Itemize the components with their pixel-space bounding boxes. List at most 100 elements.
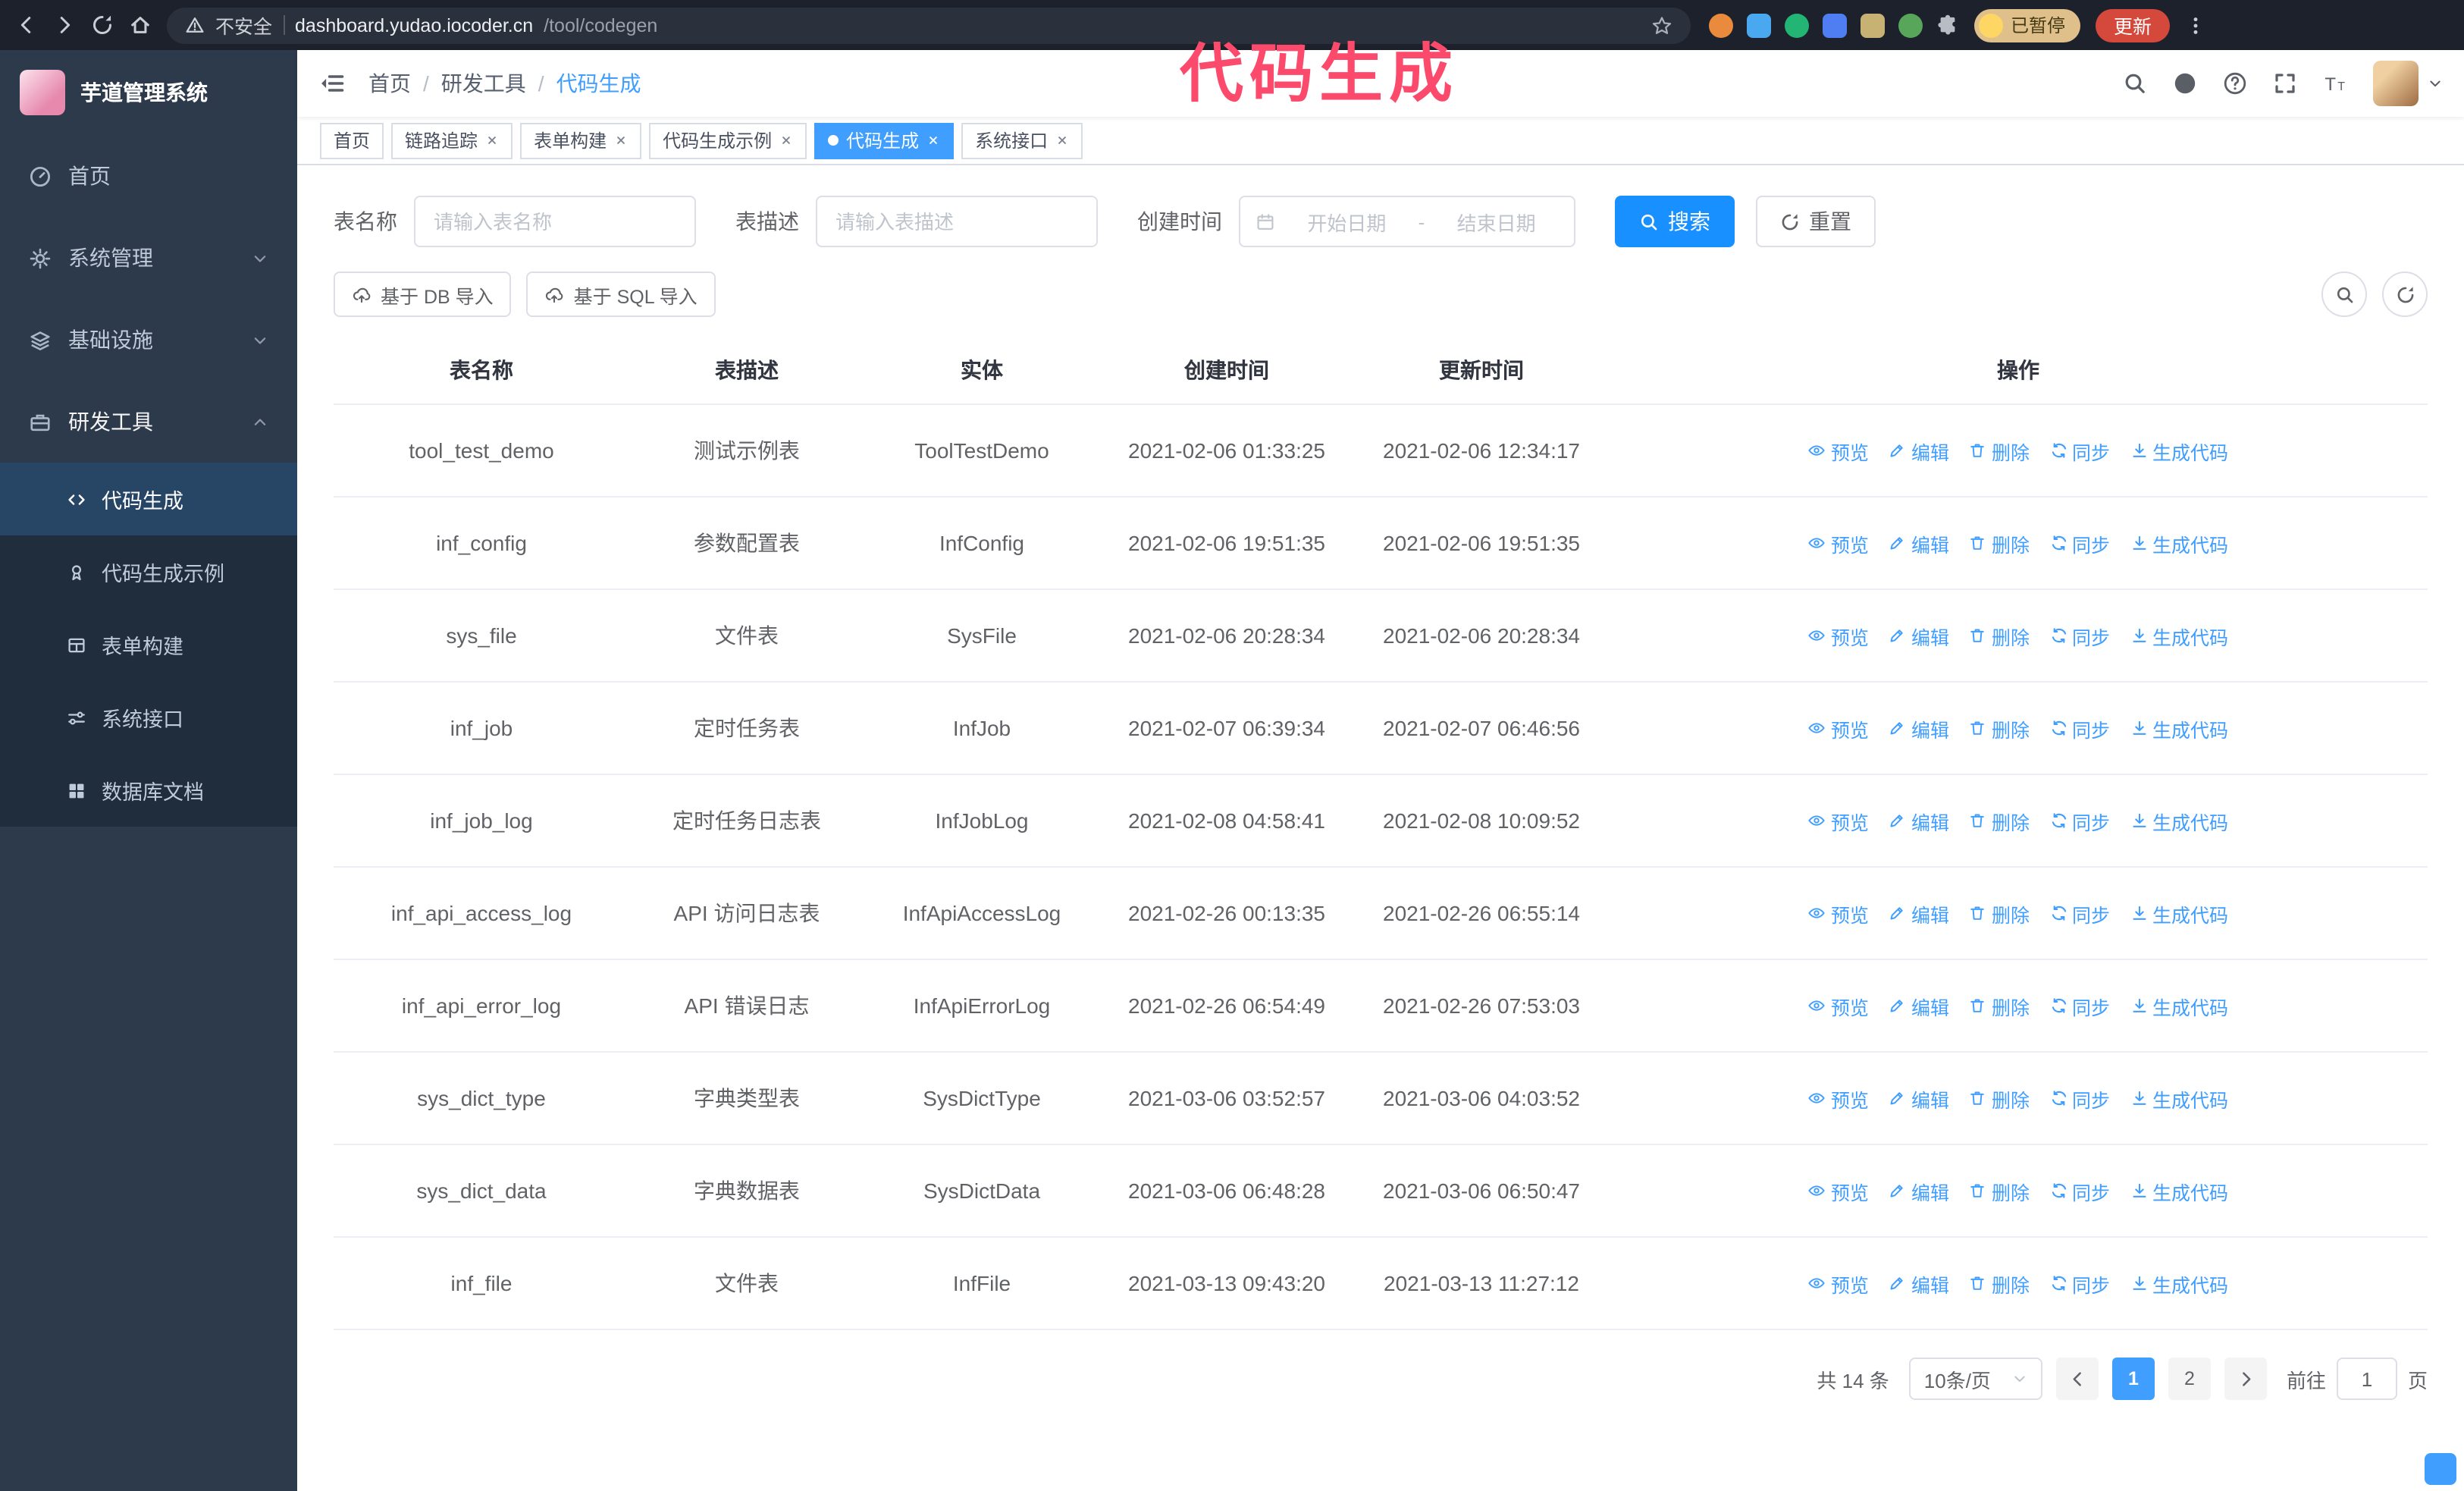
generate-code-link[interactable]: 生成代码 <box>2130 621 2228 650</box>
search-button[interactable]: 搜索 <box>1615 196 1735 247</box>
goto-page-input[interactable] <box>2336 1358 2397 1400</box>
page-size-select[interactable]: 10条/页 <box>1908 1358 2042 1400</box>
profile-paused-badge[interactable]: 已暂停 <box>1974 8 2081 42</box>
github-icon[interactable] <box>2173 71 2197 96</box>
table-desc-input[interactable] <box>816 196 1098 247</box>
generate-code-link[interactable]: 生成代码 <box>2130 899 2228 928</box>
generate-code-link[interactable]: 生成代码 <box>2130 529 2228 557</box>
prev-page-button[interactable] <box>2055 1358 2099 1400</box>
edit-link[interactable]: 编辑 <box>1889 806 1949 835</box>
generate-code-link[interactable]: 生成代码 <box>2130 1176 2228 1205</box>
tab-home[interactable]: 首页 <box>320 122 384 159</box>
help-icon[interactable] <box>2223 71 2247 96</box>
delete-link[interactable]: 删除 <box>1969 806 2030 835</box>
preview-link[interactable]: 预览 <box>1808 1269 1869 1298</box>
reload-icon[interactable] <box>91 14 114 36</box>
forward-icon[interactable] <box>53 14 76 36</box>
bookmark-star-icon[interactable] <box>1651 14 1672 36</box>
extension-icon-4[interactable] <box>1823 13 1847 37</box>
sync-link[interactable]: 同步 <box>2049 899 2110 928</box>
user-menu[interactable] <box>2373 61 2443 106</box>
sidebar-item-system-management[interactable]: 系统管理 <box>0 217 297 299</box>
delete-link[interactable]: 删除 <box>1969 714 2030 742</box>
delete-link[interactable]: 删除 <box>1969 621 2030 650</box>
date-range-picker[interactable]: 开始日期 - 结束日期 <box>1239 196 1575 247</box>
edit-link[interactable]: 编辑 <box>1889 1176 1949 1205</box>
delete-link[interactable]: 删除 <box>1969 991 2030 1020</box>
import-db-button[interactable]: 基于 DB 导入 <box>334 272 512 317</box>
tab-trace[interactable]: 链路追踪 <box>391 122 513 159</box>
edit-link[interactable]: 编辑 <box>1889 529 1949 557</box>
sidebar-item-home[interactable]: 首页 <box>0 135 297 217</box>
close-icon[interactable] <box>1055 133 1069 147</box>
sync-link[interactable]: 同步 <box>2049 714 2110 742</box>
browser-update-button[interactable]: 更新 <box>2096 8 2171 42</box>
close-icon[interactable] <box>614 133 628 147</box>
preview-link[interactable]: 预览 <box>1808 1084 1869 1113</box>
generate-code-link[interactable]: 生成代码 <box>2130 806 2228 835</box>
generate-code-link[interactable]: 生成代码 <box>2130 1084 2228 1113</box>
close-icon[interactable] <box>485 133 499 147</box>
delete-link[interactable]: 删除 <box>1969 1084 2030 1113</box>
back-icon[interactable] <box>15 14 38 36</box>
sync-link[interactable]: 同步 <box>2049 1269 2110 1298</box>
fullscreen-icon[interactable] <box>2273 71 2297 96</box>
delete-link[interactable]: 删除 <box>1969 899 2030 928</box>
sync-link[interactable]: 同步 <box>2049 621 2110 650</box>
table-name-input[interactable] <box>414 196 696 247</box>
edit-link[interactable]: 编辑 <box>1889 991 1949 1020</box>
sidebar-item-dev-tools[interactable]: 研发工具 <box>0 381 297 463</box>
preview-link[interactable]: 预览 <box>1808 1176 1869 1205</box>
breadcrumb-dev-tools[interactable]: 研发工具 <box>441 68 526 99</box>
preview-link[interactable]: 预览 <box>1808 529 1869 557</box>
breadcrumb-home[interactable]: 首页 <box>368 68 411 99</box>
edit-link[interactable]: 编辑 <box>1889 1269 1949 1298</box>
reset-button[interactable]: 重置 <box>1756 196 1876 247</box>
delete-link[interactable]: 删除 <box>1969 529 2030 557</box>
sync-link[interactable]: 同步 <box>2049 1176 2110 1205</box>
generate-code-link[interactable]: 生成代码 <box>2130 714 2228 742</box>
edit-link[interactable]: 编辑 <box>1889 436 1949 465</box>
delete-link[interactable]: 删除 <box>1969 1176 2030 1205</box>
sidebar-item-db-doc[interactable]: 数据库文档 <box>0 754 297 827</box>
sidebar-toggle-icon[interactable] <box>318 70 346 97</box>
edit-link[interactable]: 编辑 <box>1889 714 1949 742</box>
preview-link[interactable]: 预览 <box>1808 806 1869 835</box>
next-page-button[interactable] <box>2224 1358 2267 1400</box>
edit-link[interactable]: 编辑 <box>1889 899 1949 928</box>
extension-icon-2[interactable] <box>1747 13 1771 37</box>
delete-link[interactable]: 删除 <box>1969 436 2030 465</box>
sync-link[interactable]: 同步 <box>2049 1084 2110 1113</box>
address-bar[interactable]: 不安全 dashboard.yudao.iocoder.cn /tool/cod… <box>167 7 1691 43</box>
edit-link[interactable]: 编辑 <box>1889 1084 1949 1113</box>
toggle-search-button[interactable] <box>2321 272 2367 317</box>
sync-link[interactable]: 同步 <box>2049 806 2110 835</box>
sidebar-item-codegen[interactable]: 代码生成 <box>0 463 297 535</box>
refresh-table-button[interactable] <box>2382 272 2428 317</box>
extension-icon-3[interactable] <box>1785 13 1809 37</box>
preview-link[interactable]: 预览 <box>1808 436 1869 465</box>
back-to-top-button[interactable] <box>2425 1453 2456 1485</box>
sync-link[interactable]: 同步 <box>2049 529 2110 557</box>
extensions-puzzle-icon[interactable] <box>1936 14 1959 36</box>
browser-menu-icon[interactable] <box>2185 14 2206 36</box>
extension-icon-5[interactable] <box>1861 13 1885 37</box>
tab-codegen-example[interactable]: 代码生成示例 <box>649 122 807 159</box>
edit-link[interactable]: 编辑 <box>1889 621 1949 650</box>
font-size-icon[interactable] <box>2323 71 2347 96</box>
close-icon[interactable] <box>926 133 940 147</box>
import-sql-button[interactable]: 基于 SQL 导入 <box>526 272 716 317</box>
close-icon[interactable] <box>779 133 793 147</box>
page-button-2[interactable]: 2 <box>2168 1358 2211 1400</box>
generate-code-link[interactable]: 生成代码 <box>2130 1269 2228 1298</box>
sync-link[interactable]: 同步 <box>2049 991 2110 1020</box>
delete-link[interactable]: 删除 <box>1969 1269 2030 1298</box>
preview-link[interactable]: 预览 <box>1808 714 1869 742</box>
sidebar-item-form-builder[interactable]: 表单构建 <box>0 608 297 681</box>
sync-link[interactable]: 同步 <box>2049 436 2110 465</box>
generate-code-link[interactable]: 生成代码 <box>2130 436 2228 465</box>
sidebar-item-codegen-example[interactable]: 代码生成示例 <box>0 535 297 608</box>
sidebar-item-infrastructure[interactable]: 基础设施 <box>0 299 297 381</box>
header-search-icon[interactable] <box>2123 71 2147 96</box>
sidebar-item-system-api[interactable]: 系统接口 <box>0 681 297 754</box>
